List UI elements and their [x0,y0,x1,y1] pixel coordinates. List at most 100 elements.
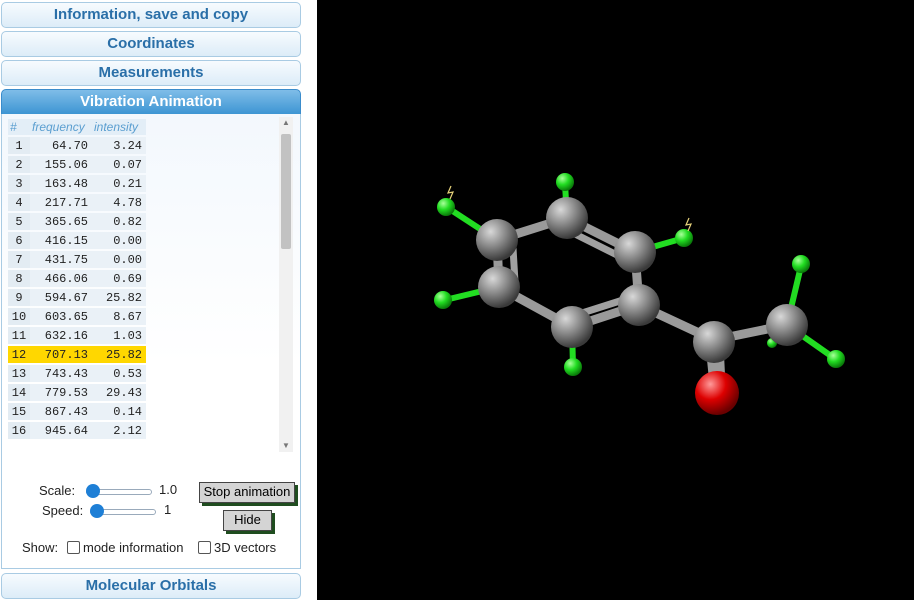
section-vibration-header[interactable]: Vibration Animation [1,89,301,115]
atom-hydrogen [437,198,455,216]
speed-value: 1 [164,502,172,517]
molecule-viewer[interactable] [317,0,914,600]
vibration-vector-icon [446,185,455,200]
table-row[interactable]: 15 867.43 0.14 [8,403,146,420]
molecule-canvas[interactable] [317,0,914,600]
table-row[interactable]: 6 416.15 0.00 [8,232,146,249]
cell-intensity: 0.00 [92,232,146,249]
scale-label: Scale: [39,483,76,498]
cell-frequency: 217.71 [30,194,92,211]
section-coordinates-header[interactable]: Coordinates [1,31,301,57]
scroll-down-arrow-icon[interactable]: ▼ [279,440,293,452]
section-orbitals-header[interactable]: Molecular Orbitals [1,573,301,599]
atom-carbon [551,306,593,348]
side-panel: Information, save and copy Coordinates M… [0,0,317,600]
section-info-header[interactable]: Information, save and copy [1,2,301,28]
cell-intensity: 0.14 [92,403,146,420]
cell-intensity: 0.21 [92,175,146,192]
cell-intensity: 0.69 [92,270,146,287]
scroll-up-arrow-icon[interactable]: ▲ [279,117,293,129]
cell-frequency: 603.65 [30,308,92,325]
atom-hydrogen [792,255,810,273]
cell-intensity: 0.53 [92,365,146,382]
cell-intensity: 1.03 [92,327,146,344]
table-row[interactable]: 13 743.43 0.53 [8,365,146,382]
atom-carbon [618,284,660,326]
cell-number: 16 [8,422,30,439]
atom-carbon [478,266,520,308]
cell-frequency: 707.13 [30,346,92,363]
cell-number: 3 [8,175,30,192]
table-row[interactable]: 16 945.64 2.12 [8,422,146,439]
cell-frequency: 945.64 [30,422,92,439]
cell-number: 15 [8,403,30,420]
cell-frequency: 365.65 [30,213,92,230]
cell-intensity: 8.67 [92,308,146,325]
cell-number: 13 [8,365,30,382]
cell-number: 7 [8,251,30,268]
scale-slider[interactable] [86,484,152,498]
cell-frequency: 867.43 [30,403,92,420]
scrollbar-thumb[interactable] [281,134,291,249]
table-row[interactable]: 10 603.65 8.67 [8,308,146,325]
cell-intensity: 25.82 [92,346,146,363]
cell-frequency: 163.48 [30,175,92,192]
table-row[interactable]: 11 632.16 1.03 [8,327,146,344]
3d-vectors-checkbox[interactable] [198,541,211,554]
table-row[interactable]: 14 779.53 29.43 [8,384,146,401]
cell-intensity: 3.24 [92,137,146,154]
cell-frequency: 594.67 [30,289,92,306]
cell-frequency: 779.53 [30,384,92,401]
atom-hydrogen [434,291,452,309]
table-row[interactable]: 1 64.70 3.24 [8,137,146,154]
table-row[interactable]: 12 707.13 25.82 [8,346,146,363]
mode-information-label[interactable]: mode information [83,540,183,555]
atom-carbon [766,304,808,346]
speed-label: Speed: [42,503,84,518]
column-header-intensity: intensity [92,119,146,135]
atom-hydrogen [564,358,582,376]
atom-carbon [693,321,735,363]
section-measurements-header[interactable]: Measurements [1,60,301,86]
cell-frequency: 632.16 [30,327,92,344]
cell-frequency: 466.06 [30,270,92,287]
atom-group [434,173,845,415]
cell-number: 9 [8,289,30,306]
vibration-panel: # frequency intensity 1 64.70 3.24 2 155.06 0… [1,114,301,569]
table-scrollbar[interactable]: ▲ ▼ [279,117,293,452]
speed-slider-thumb[interactable] [90,504,104,518]
atom-carbon [614,231,656,273]
cell-number: 5 [8,213,30,230]
cell-number: 10 [8,308,30,325]
speed-slider[interactable] [90,504,156,518]
cell-intensity: 25.82 [92,289,146,306]
show-label: Show: [22,540,59,555]
cell-number: 1 [8,137,30,154]
table-row[interactable]: 7 431.75 0.00 [8,251,146,268]
table-row[interactable]: 2 155.06 0.07 [8,156,146,173]
table-row[interactable]: 4 217.71 4.78 [8,194,146,211]
table-row[interactable]: 5 365.65 0.82 [8,213,146,230]
table-row[interactable]: 9 594.67 25.82 [8,289,146,306]
table-row[interactable]: 8 466.06 0.69 [8,270,146,287]
atom-oxygen [695,371,739,415]
table-row[interactable]: 3 163.48 0.21 [8,175,146,192]
3d-vectors-label[interactable]: 3D vectors [214,540,276,555]
atom-carbon [476,219,518,261]
cell-number: 6 [8,232,30,249]
mode-information-checkbox[interactable] [67,541,80,554]
atom-carbon [546,197,588,239]
cell-number: 8 [8,270,30,287]
stop-animation-button[interactable]: Stop animation [199,482,295,503]
scale-slider-thumb[interactable] [86,484,100,498]
atom-hydrogen [675,229,693,247]
cell-frequency: 155.06 [30,156,92,173]
cell-frequency: 743.43 [30,365,92,382]
scale-value: 1.0 [159,482,178,497]
hide-button[interactable]: Hide [223,510,272,531]
cell-number: 2 [8,156,30,173]
cell-number: 4 [8,194,30,211]
frequency-table-container[interactable]: # frequency intensity 1 64.70 3.24 2 155.06 0… [8,117,294,452]
cell-intensity: 2.12 [92,422,146,439]
cell-intensity: 0.07 [92,156,146,173]
